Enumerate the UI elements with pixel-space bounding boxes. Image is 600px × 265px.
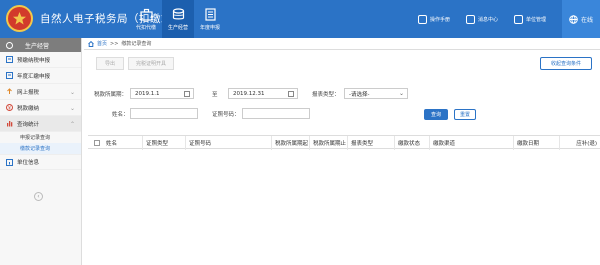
col-id-number[interactable]: 证照号码 bbox=[186, 136, 272, 150]
nav-withholding-label: 代扣代缴 bbox=[135, 24, 156, 31]
message-center-link[interactable]: 消息中心 bbox=[465, 14, 498, 24]
app-header: 自然人电子税务局（扣缴端） 代扣代缴 生产经营 年度申报 操作手册 消息中心 单… bbox=[0, 0, 600, 38]
period-start-value: 2019.1.1 bbox=[135, 90, 160, 97]
calendar-icon[interactable] bbox=[184, 91, 190, 97]
chevron-down-icon: ⌄ bbox=[69, 105, 75, 112]
breadcrumb: 首页 >> 缴款记录查询 bbox=[84, 38, 600, 50]
nav-annual-label: 年度申报 bbox=[199, 24, 220, 31]
chevron-down-icon: ⌄ bbox=[69, 89, 75, 96]
query-button[interactable]: 查询 bbox=[424, 109, 448, 120]
online-status-label: 在线 bbox=[580, 16, 593, 24]
sidebar-item-prepay-declaration[interactable]: 预缴纳税申报 bbox=[0, 52, 81, 68]
upload-icon bbox=[7, 88, 12, 94]
collapse-sidebar-icon[interactable]: ‹ bbox=[34, 192, 43, 201]
report-type-label: 报表类型： bbox=[312, 92, 340, 98]
calendar-icon[interactable] bbox=[288, 91, 294, 97]
sidebar-item-online-filing[interactable]: 网上报税 ⌄ bbox=[0, 84, 81, 100]
header-tools: 操作手册 消息中心 单位管理 在线 bbox=[417, 0, 600, 38]
coins-icon bbox=[172, 7, 184, 19]
info-icon bbox=[6, 158, 13, 166]
message-icon bbox=[465, 14, 475, 24]
breadcrumb-separator: >> bbox=[110, 40, 119, 47]
tax-certificate-button[interactable]: 完税证明开具 bbox=[128, 57, 174, 70]
export-button[interactable]: 导出 bbox=[96, 57, 124, 70]
briefcase-icon bbox=[139, 8, 153, 21]
manual-label: 操作手册 bbox=[429, 16, 450, 23]
nav-business[interactable]: 生产经营 bbox=[162, 0, 194, 38]
sidebar-item-annual-declaration[interactable]: 年度汇缴申报 bbox=[0, 68, 81, 84]
col-name[interactable]: 姓名 bbox=[103, 136, 143, 150]
manual-link[interactable]: 操作手册 bbox=[417, 14, 450, 24]
col-payment-status[interactable]: 缴款状态 bbox=[395, 136, 430, 150]
building-icon bbox=[513, 14, 523, 24]
unit-management-label: 单位管理 bbox=[525, 16, 546, 23]
form-icon bbox=[6, 72, 13, 79]
col-period-end[interactable]: 税款所属期止 bbox=[310, 136, 348, 150]
sidebar-item-label: 网上报税 bbox=[17, 89, 40, 96]
main-content: 首页 >> 缴款记录查询 导出 完税证明开具 收起查询条件 税款所属期： 201… bbox=[84, 38, 600, 265]
period-end-input[interactable]: 2019.12.31 bbox=[228, 88, 298, 99]
col-payment-date[interactable]: 缴款日期 bbox=[514, 136, 560, 150]
online-status[interactable]: 在线 bbox=[562, 0, 600, 38]
sidebar-item-label: 税款缴纳 bbox=[17, 105, 40, 112]
chart-icon bbox=[7, 121, 13, 127]
id-number-input[interactable] bbox=[242, 108, 310, 119]
select-all-checkbox[interactable] bbox=[94, 140, 100, 146]
sidebar-item-label: 年度汇缴申报 bbox=[17, 73, 51, 80]
sidebar-item-unit-info[interactable]: 单位信息 bbox=[0, 154, 81, 170]
id-number-label: 证照号码： bbox=[212, 112, 240, 118]
col-payment-channel[interactable]: 缴款渠道 bbox=[430, 136, 514, 150]
globe-icon bbox=[569, 14, 578, 24]
sidebar-item-query-stats[interactable]: 查询统计 ⌃ bbox=[0, 116, 81, 132]
report-type-value: -请选择- bbox=[349, 91, 370, 98]
breadcrumb-current: 缴款记录查询 bbox=[121, 41, 152, 47]
book-icon bbox=[417, 14, 427, 24]
reset-button[interactable]: 重置 bbox=[454, 109, 476, 120]
sidebar: 生产经营 预缴纳税申报 年度汇缴申报 网上报税 ⌄ ¥ 税款缴纳 ⌄ 查询统计 … bbox=[0, 38, 82, 265]
name-label: 姓名： bbox=[112, 112, 129, 118]
tax-emblem-icon bbox=[6, 5, 33, 32]
document-icon bbox=[204, 7, 216, 21]
sidebar-item-label: 单位信息 bbox=[17, 160, 40, 166]
nav-annual[interactable]: 年度申报 bbox=[194, 0, 226, 38]
message-center-label: 消息中心 bbox=[477, 16, 498, 23]
home-icon bbox=[88, 40, 94, 47]
col-report-type[interactable]: 报表类型 bbox=[348, 136, 395, 150]
sidebar-sub-payment-query[interactable]: 缴款记录查询 bbox=[0, 143, 81, 154]
sidebar-sub-declaration-query[interactable]: 申报记录查询 bbox=[0, 132, 81, 143]
col-period-start[interactable]: 税款所属期起 bbox=[272, 136, 310, 150]
top-nav: 代扣代缴 生产经营 年度申报 bbox=[130, 0, 226, 38]
sidebar-heading: 生产经营 bbox=[0, 38, 81, 52]
sidebar-item-label: 预缴纳税申报 bbox=[17, 57, 51, 64]
name-input[interactable] bbox=[130, 108, 198, 119]
chevron-down-icon: ⌄ bbox=[398, 90, 404, 97]
table-header: 姓名 证照类型 证照号码 税款所属期起 税款所属期止 报表类型 缴款状态 缴款渠… bbox=[88, 135, 600, 150]
sidebar-item-label: 查询统计 bbox=[17, 121, 40, 128]
to-label: 至 bbox=[212, 92, 218, 98]
breadcrumb-home[interactable]: 首页 bbox=[97, 40, 107, 47]
nav-business-label: 生产经营 bbox=[167, 24, 188, 31]
sidebar-item-tax-payment[interactable]: ¥ 税款缴纳 ⌄ bbox=[0, 100, 81, 116]
report-type-select[interactable]: -请选择- ⌄ bbox=[344, 88, 408, 99]
period-end-value: 2019.12.31 bbox=[233, 90, 265, 97]
chevron-up-icon: ⌃ bbox=[69, 121, 75, 128]
toggle-filter-button[interactable]: 收起查询条件 bbox=[540, 57, 592, 70]
period-start-input[interactable]: 2019.1.1 bbox=[130, 88, 194, 99]
svg-text:¥: ¥ bbox=[8, 105, 11, 111]
pay-icon: ¥ bbox=[6, 104, 13, 111]
col-id-type[interactable]: 证照类型 bbox=[143, 136, 186, 150]
unit-management-link[interactable]: 单位管理 bbox=[513, 14, 546, 24]
gear-icon bbox=[6, 41, 13, 49]
col-amount-due[interactable]: 应补(退) bbox=[560, 136, 600, 150]
nav-withholding[interactable]: 代扣代缴 bbox=[130, 0, 162, 38]
sidebar-heading-label: 生产经营 bbox=[25, 42, 50, 50]
form-icon bbox=[6, 56, 13, 63]
period-label: 税款所属期： bbox=[94, 92, 128, 98]
